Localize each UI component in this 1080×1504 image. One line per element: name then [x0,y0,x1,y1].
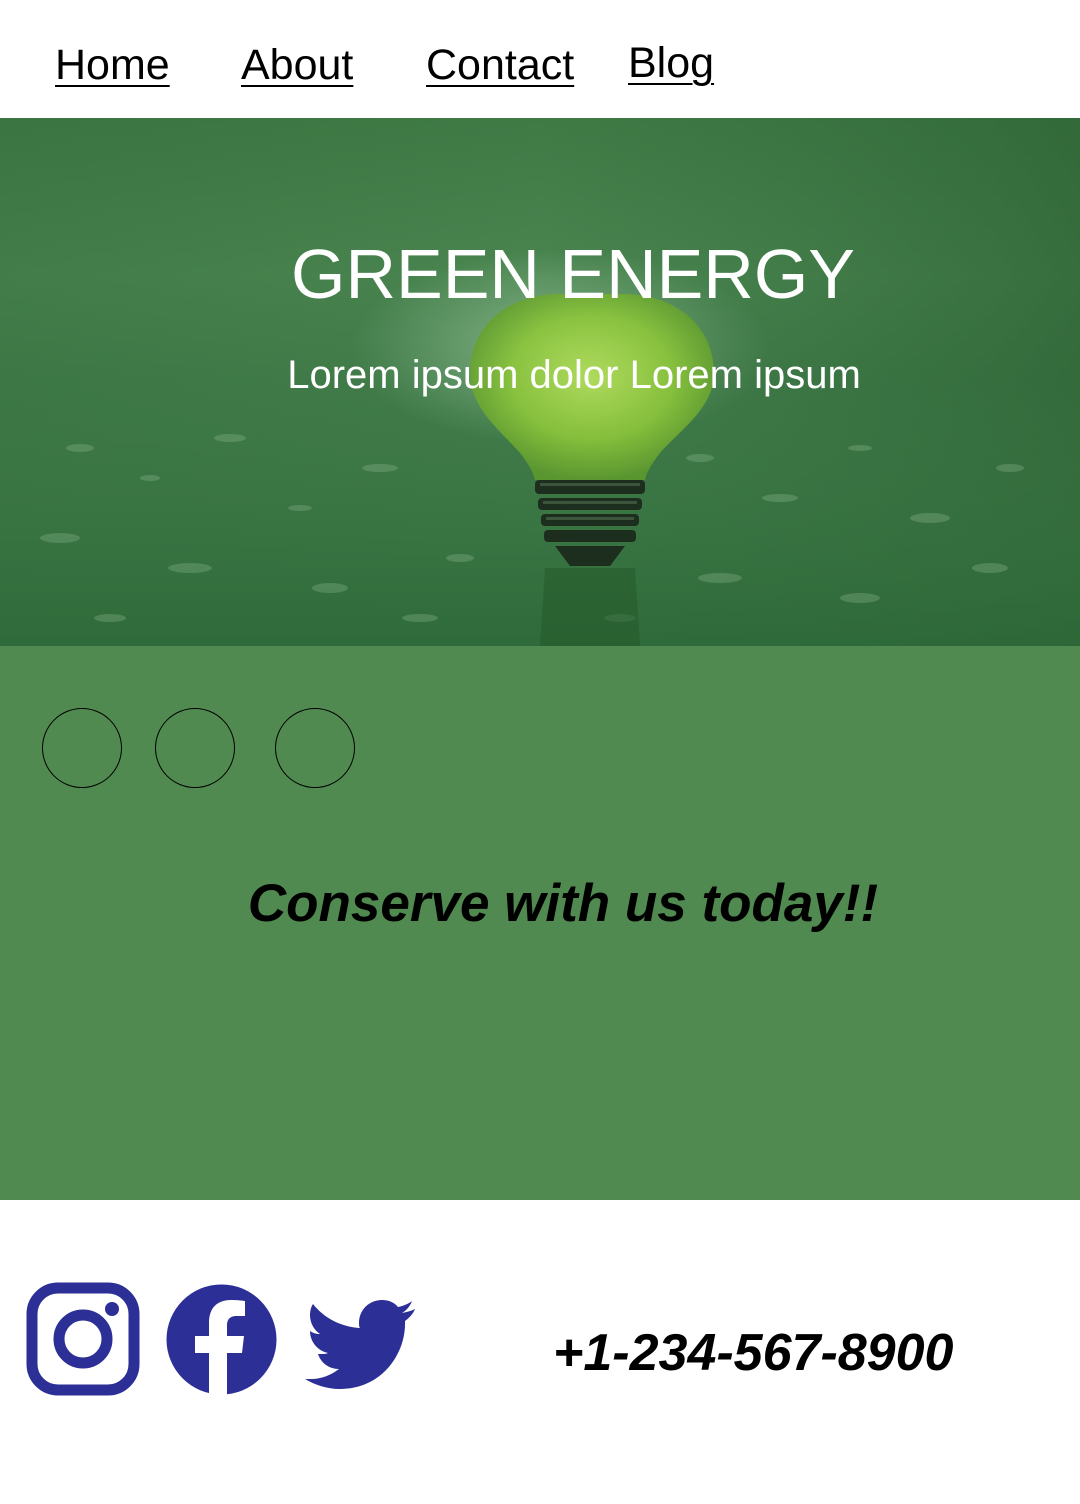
hero-banner: GREEN ENERGY Lorem ipsum dolor Lorem ips… [0,118,1080,646]
twitter-icon[interactable] [305,1298,417,1390]
carousel-dot-2[interactable] [155,708,235,788]
carousel-dot-1[interactable] [42,708,122,788]
nav-link-about[interactable]: About [241,40,353,90]
hero-subtitle: Lorem ipsum dolor Lorem ipsum [287,353,861,397]
facebook-icon[interactable] [165,1283,278,1396]
top-navigation: Home About Contact Blog [0,0,1080,118]
carousel-dot-3[interactable] [275,708,355,788]
phone-number: +1-234-567-8900 [553,1324,954,1382]
nav-link-blog[interactable]: Blog [628,38,714,88]
footer: +1-234-567-8900 [0,1200,1080,1504]
nav-link-contact[interactable]: Contact [426,40,574,90]
content-panel: Conserve with us today!! [0,646,1080,1200]
tagline: Conserve with us today!! [247,874,879,933]
instagram-icon[interactable] [24,1280,142,1398]
nav-link-home[interactable]: Home [55,40,170,90]
hero-title: GREEN ENERGY [291,235,855,313]
